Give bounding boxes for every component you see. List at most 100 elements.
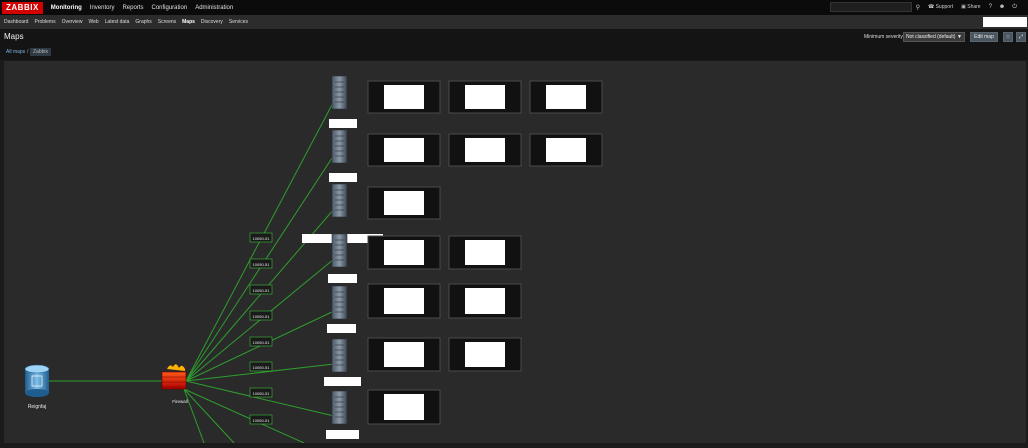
subnav-web[interactable]: Web [88,19,98,25]
link-label-text: 10050-51 [253,340,271,345]
nav-configuration[interactable]: Configuration [151,5,187,11]
subnav-dashboard[interactable]: Dashboard [4,19,28,25]
redacted-element-content [465,288,505,314]
subnav-screens[interactable]: Screens [158,19,176,25]
link-label[interactable]: 10050-51 [249,310,273,321]
link-label[interactable]: 10050-51 [249,414,273,425]
user-profile-icon[interactable]: ☻ [999,4,1005,10]
nav-monitoring[interactable]: Monitoring [51,5,82,11]
redacted-element-content [384,191,424,215]
page-title: Maps [4,32,24,41]
redacted-host-label [329,119,357,128]
sub-navigation: Dashboard Problems Overview Web Latest d… [1,19,251,25]
sign-out-icon[interactable]: ⏻ [1012,4,1017,11]
redacted-host-label [326,430,359,439]
help-icon[interactable]: ? [989,4,992,10]
fullscreen-button[interactable]: ⤢ [1016,32,1026,42]
link-label-text: 10050-51 [253,288,271,293]
min-severity-label: Minimum severity [864,34,903,40]
server-body [331,233,348,268]
redacted-host-label [327,324,356,333]
support-label: Support [935,4,954,10]
redacted-element-content [384,342,424,367]
subnav-maps[interactable]: Maps [182,19,195,25]
server-body [331,183,348,218]
global-search-input[interactable] [829,2,912,12]
subnav-discovery[interactable]: Discovery [201,19,223,25]
redacted-box [983,17,1027,27]
min-severity-value: Not classified (default) [906,34,956,40]
link-label-text: 10050-51 [253,262,271,267]
subnav-graphs[interactable]: Graphs [135,19,151,25]
link-label-text: 10050-51 [253,391,271,396]
firewall-flame [167,364,185,371]
server-icon[interactable] [331,233,348,268]
subnav-latest-data[interactable]: Latest data [105,19,130,25]
map-nodes: Reignfaj Firewall [24,75,603,439]
root-node-label: Reignfaj [28,404,46,410]
redacted-host-label [328,274,357,283]
link-label[interactable]: 10050-51 [249,232,273,243]
link-label[interactable]: 10050-51 [249,284,273,295]
breadcrumb-all-maps[interactable]: All maps [6,49,25,55]
favourite-star-button[interactable]: ☆ [1003,32,1013,42]
top-right-tools: ⚲ ☎ Support ▣ Share ? ☻ ⏻ [829,1,1024,13]
link-label-text: 10050-51 [253,418,271,423]
network-map-canvas[interactable]: 10050-51 10050-51 10050-51 10050-51 10050-51… [4,61,1026,444]
nav-inventory[interactable]: Inventory [90,5,115,11]
redacted-element-content [465,342,505,367]
map-link-labels: 10050-51 10050-51 10050-51 10050-51 10050-51… [249,232,273,425]
nav-reports[interactable]: Reports [122,5,143,11]
search-icon[interactable]: ⚲ [916,4,920,11]
database-icon[interactable] [24,364,50,397]
firewall-wall [161,371,187,390]
main-navigation: Monitoring Inventory Reports Configurati… [47,5,237,11]
map-link-offscreen [183,388,305,444]
server-icon[interactable] [331,338,348,373]
share-link[interactable]: ▣ Share [961,4,980,10]
breadcrumb-separator: / [27,49,29,55]
min-severity-select[interactable]: Not classified (default) ▼ [903,32,965,42]
server-icon[interactable] [331,129,348,164]
link-label[interactable]: 10050-51 [249,387,273,398]
map-link-firewall-server [185,380,335,417]
redacted-element-content [546,85,586,109]
server-icon[interactable] [331,75,348,110]
nav-administration[interactable]: Administration [195,5,233,11]
database-top [24,364,50,374]
edit-map-button[interactable]: Edit map [970,32,998,42]
server-icon[interactable] [331,390,348,425]
link-label-text: 10050-51 [253,236,271,241]
link-label-text: 10050-51 [253,365,271,370]
redacted-element-content [384,85,424,109]
share-label: Share [967,4,981,10]
server-body [331,75,348,110]
top-navigation-bar: ZABBIX Monitoring Inventory Reports Conf… [0,0,1028,15]
map-link-offscreen [183,388,235,444]
server-body [331,129,348,164]
firewall-icon[interactable] [161,364,187,390]
redacted-element-content [546,138,586,162]
support-link[interactable]: ☎ Support [928,4,953,10]
redacted-element-content [465,240,505,265]
network-map-svg: 10050-51 10050-51 10050-51 10050-51 10050-51… [24,75,603,444]
link-label[interactable]: 10050-51 [249,336,273,347]
server-body [331,338,348,373]
subnav-services[interactable]: Services [229,19,248,25]
server-icon[interactable] [331,285,348,320]
page-header: Maps Minimum severity Not classified (de… [0,29,1028,46]
subnav-overview[interactable]: Overview [62,19,83,25]
subnav-problems[interactable]: Problems [34,19,55,25]
link-label[interactable]: 10050-51 [249,258,273,269]
redacted-host-label [329,173,357,182]
server-icon[interactable] [331,183,348,218]
map-links [49,100,335,444]
zabbix-logo[interactable]: ZABBIX [2,1,43,14]
server-body [331,390,348,425]
breadcrumb-current-map[interactable]: Zabbix [30,48,52,56]
redacted-element-content [465,85,505,109]
redacted-element-content [384,138,424,162]
redacted-element-content [384,394,424,420]
link-label[interactable]: 10050-51 [249,361,273,372]
link-label-text: 10050-51 [253,314,271,319]
